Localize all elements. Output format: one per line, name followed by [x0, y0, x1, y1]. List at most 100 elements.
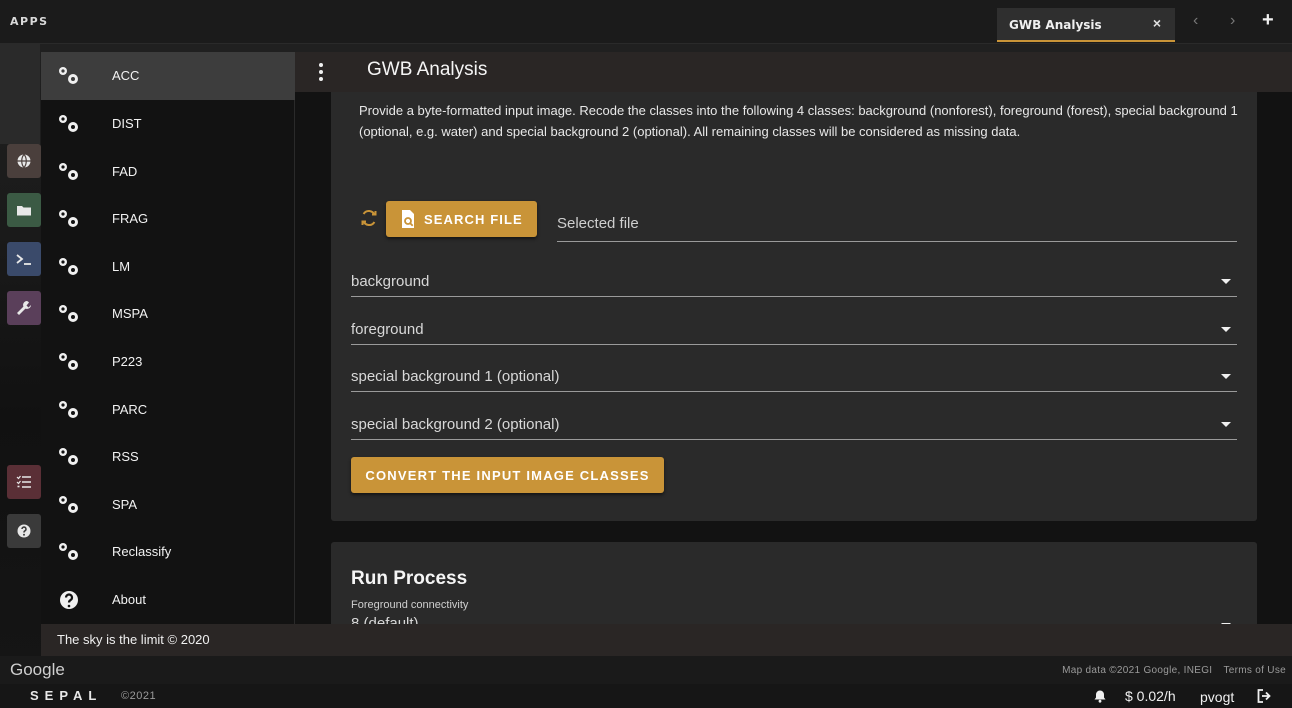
terms-link[interactable]: Terms of Use	[1223, 665, 1286, 676]
convert-classes-button[interactable]: CONVERT THE INPUT IMAGE CLASSES	[351, 457, 664, 493]
gears-icon	[59, 543, 78, 560]
wrench-icon	[17, 301, 31, 315]
apps-label: APPS	[10, 15, 49, 28]
drawer-item-label: FRAG	[112, 211, 149, 226]
close-icon[interactable]: ×	[1149, 15, 1165, 31]
gears-icon	[59, 448, 78, 465]
special-background-2-select[interactable]: special background 2 (optional)	[351, 410, 1237, 440]
input-card: Provide a byte-formatted input image. Re…	[331, 92, 1257, 521]
gears-icon	[59, 401, 78, 418]
connectivity-label: Foreground connectivity	[351, 599, 469, 611]
drawer-item-label: FAD	[112, 164, 138, 179]
gears-icon	[59, 305, 78, 322]
help-button[interactable]	[7, 514, 41, 548]
drawer-item-label: RSS	[112, 449, 139, 464]
run-process-title: Run Process	[351, 568, 468, 589]
logout-icon[interactable]	[1257, 689, 1272, 703]
gears-icon	[59, 67, 78, 84]
drawer-item-label: About	[112, 592, 146, 607]
select-label: special background 1 (optional)	[351, 368, 560, 385]
google-logo: Google	[10, 660, 65, 679]
special-background-1-select[interactable]: special background 1 (optional)	[351, 362, 1237, 392]
drawer-item-label: MSPA	[112, 306, 148, 321]
globe-icon	[17, 154, 31, 168]
drawer-item-about[interactable]: About	[41, 576, 295, 624]
chevron-left-icon[interactable]: ‹	[1193, 12, 1198, 30]
terminal-button[interactable]	[7, 242, 41, 276]
drawer-item-label: ACC	[112, 68, 140, 83]
select-label: special background 2 (optional)	[351, 416, 560, 433]
drawer-item-fad[interactable]: FAD	[41, 148, 295, 196]
cost-indicator[interactable]: $ 0.02/h	[1125, 688, 1176, 704]
caret-down-icon	[1221, 422, 1231, 427]
app-drawer: ACC DIST FAD FRAG LM MSPA P223 PARC RSS …	[41, 52, 295, 624]
foreground-select[interactable]: foreground	[351, 315, 1237, 345]
drawer-item-parc[interactable]: PARC	[41, 386, 295, 434]
status-bar: SEPAL ©2021 $ 0.02/h pvogt	[0, 684, 1292, 708]
search-file-button[interactable]: SEARCH FILE	[386, 201, 537, 237]
tasks-button[interactable]	[7, 465, 41, 499]
folder-icon	[17, 206, 31, 216]
question-circle-icon	[60, 591, 78, 609]
search-file-label: SEARCH FILE	[424, 211, 523, 227]
drawer-item-label: PARC	[112, 402, 148, 417]
drawer-item-mspa[interactable]: MSPA	[41, 290, 295, 338]
page-title: GWB Analysis	[367, 59, 488, 80]
run-process-card: Run Process Foreground connectivity 8 (d…	[331, 542, 1257, 624]
gears-icon	[59, 115, 78, 132]
terminal-icon	[16, 254, 31, 265]
folder-button[interactable]	[7, 193, 41, 227]
caret-down-icon	[1221, 374, 1231, 379]
gears-icon	[59, 258, 78, 275]
tasks-icon	[16, 475, 31, 488]
map-attribution-bar: Google Map data ©2021 Google, INEGI Term…	[0, 656, 1292, 684]
drawer-item-dist[interactable]: DIST	[41, 100, 295, 148]
sepal-logo: SEPAL	[30, 688, 103, 703]
selected-file-field[interactable]	[557, 208, 1237, 242]
caret-down-icon	[1221, 327, 1231, 332]
chevron-right-icon[interactable]: ›	[1230, 12, 1235, 30]
drawer-item-p223[interactable]: P223	[41, 338, 295, 386]
drawer-item-rss[interactable]: RSS	[41, 433, 295, 481]
drawer-item-frag[interactable]: FRAG	[41, 195, 295, 243]
globe-button[interactable]	[7, 144, 41, 178]
tab-label: GWB Analysis	[1009, 18, 1102, 32]
drawer-item-reclassify[interactable]: Reclassify	[41, 528, 295, 576]
kebab-menu-icon[interactable]	[319, 61, 325, 81]
gears-icon	[59, 210, 78, 227]
reload-icon[interactable]	[359, 208, 379, 228]
tab-gwb-analysis[interactable]: GWB Analysis ×	[997, 8, 1175, 42]
footer-text: The sky is the limit © 2020	[57, 632, 210, 647]
main-content[interactable]: Provide a byte-formatted input image. Re…	[295, 92, 1292, 624]
map-terrain	[0, 44, 40, 144]
drawer-item-label: P223	[112, 354, 143, 369]
drawer-item-label: DIST	[112, 116, 142, 131]
file-search-icon	[402, 210, 414, 228]
connectivity-select[interactable]: 8 (default)	[351, 615, 419, 624]
copyright-text: ©2021	[121, 690, 157, 702]
bell-icon[interactable]	[1093, 689, 1107, 703]
caret-down-icon	[1221, 279, 1231, 284]
username[interactable]: pvogt	[1200, 689, 1234, 705]
top-app-bar: APPS GWB Analysis × ‹ › +	[0, 0, 1292, 44]
drawer-item-acc[interactable]: ACC	[41, 52, 295, 100]
drawer-item-lm[interactable]: LM	[41, 243, 295, 291]
drawer-item-spa[interactable]: SPA	[41, 481, 295, 529]
selected-file-input[interactable]	[557, 208, 1237, 238]
add-tab-button[interactable]: +	[1262, 10, 1274, 30]
map-data-text: Map data ©2021 Google, INEGI	[1062, 665, 1213, 676]
drawer-footer: The sky is the limit © 2020	[41, 624, 1292, 656]
main-header: GWB Analysis	[295, 52, 1292, 92]
select-label: background	[351, 273, 430, 290]
select-label: foreground	[351, 321, 424, 338]
wrench-button[interactable]	[7, 291, 41, 325]
drawer-item-label: LM	[112, 259, 131, 274]
drawer-item-label: Reclassify	[112, 544, 172, 559]
help-icon	[17, 524, 31, 538]
description-text: Provide a byte-formatted input image. Re…	[359, 103, 1238, 139]
drawer-item-label: SPA	[112, 497, 138, 512]
gears-icon	[59, 163, 78, 180]
map-attribution: Map data ©2021 Google, INEGI Terms of Us…	[1054, 665, 1286, 676]
gears-icon	[59, 496, 78, 513]
background-select[interactable]: background	[351, 267, 1237, 297]
